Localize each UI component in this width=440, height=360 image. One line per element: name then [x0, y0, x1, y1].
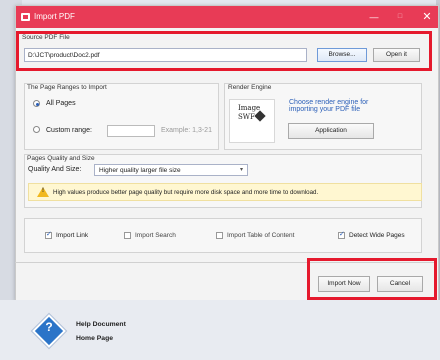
- app-icon: [21, 13, 30, 21]
- page-ranges-label: The Page Ranges to Import: [27, 84, 107, 91]
- render-engine-label: Render Engine: [228, 84, 272, 91]
- quality-select[interactable]: Higher quality larger file size ▾: [94, 164, 248, 176]
- quality-section-label: Pages Quality and Size: [27, 155, 95, 162]
- chevron-down-icon[interactable]: ▾: [240, 165, 243, 176]
- cancel-button[interactable]: Cancel: [377, 276, 423, 292]
- render-engine-icon: Image SWF: [229, 99, 275, 143]
- source-file-label: Source PDF File: [22, 34, 70, 41]
- help-panel: [0, 300, 440, 360]
- all-pages-label[interactable]: All Pages: [46, 100, 76, 107]
- window-title: Import PDF: [34, 12, 75, 21]
- import-search-label[interactable]: Import Search: [135, 232, 176, 239]
- import-now-button[interactable]: Import Now: [318, 276, 370, 292]
- question-mark-icon: ?: [45, 320, 53, 334]
- custom-range-example: Example: 1,3-21: [161, 127, 212, 134]
- quality-warning: High values produce better page quality …: [28, 183, 422, 201]
- import-toc-label[interactable]: Import Table of Content: [227, 232, 294, 239]
- minimize-button[interactable]: —: [366, 9, 382, 25]
- warning-icon: [37, 187, 49, 197]
- engine-icon-text-image: Image: [238, 104, 261, 112]
- engine-description-line2: importing your PDF file: [289, 106, 361, 113]
- import-link-checkbox[interactable]: [45, 230, 52, 239]
- source-path-input[interactable]: D:\JCT\product\Doc2.pdf: [24, 48, 307, 62]
- detect-wide-pages-label[interactable]: Detect Wide Pages: [349, 232, 405, 239]
- custom-range-label[interactable]: Custom range:: [46, 127, 92, 134]
- import-search-checkbox[interactable]: [124, 232, 131, 239]
- application-button[interactable]: Application: [288, 123, 374, 139]
- close-button[interactable]: ✕: [419, 9, 435, 25]
- custom-range-input[interactable]: [107, 125, 155, 137]
- title-bar[interactable]: Import PDF — □ ✕: [16, 6, 438, 28]
- quality-field-label: Quality And Size:: [28, 166, 82, 173]
- open-it-button[interactable]: Open it: [373, 48, 420, 62]
- quality-selected-value: Higher quality larger file size: [99, 167, 181, 174]
- pen-nib-icon: [254, 110, 266, 122]
- engine-icon-text-swf: SWF: [238, 113, 255, 121]
- quality-warning-text: High values produce better page quality …: [53, 189, 319, 196]
- maximize-button[interactable]: □: [392, 9, 408, 25]
- import-link-label[interactable]: Import Link: [56, 232, 88, 239]
- help-document-link[interactable]: Help Document: [76, 321, 126, 328]
- custom-range-radio[interactable]: [33, 126, 40, 133]
- page-ranges-group: [24, 83, 219, 150]
- home-page-link[interactable]: Home Page: [76, 335, 113, 342]
- all-pages-radio[interactable]: [33, 100, 40, 107]
- browse-button[interactable]: Browse...: [317, 48, 367, 62]
- engine-description-line1: Choose render engine for: [289, 99, 369, 106]
- detect-wide-pages-checkbox[interactable]: [338, 230, 345, 239]
- import-toc-checkbox[interactable]: [216, 232, 223, 239]
